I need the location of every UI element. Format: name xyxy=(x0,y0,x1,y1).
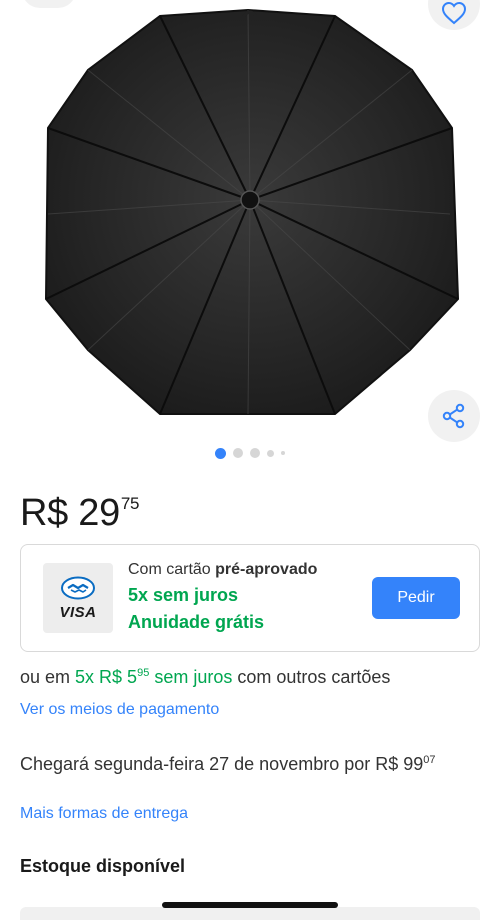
product-price: R$ 2975 xyxy=(20,492,140,535)
stock-label: Estoque disponível xyxy=(20,856,186,876)
installments-amount: 5x R$ 5 xyxy=(75,667,138,687)
card-offer-title: Com cartão pré-aprovado xyxy=(128,561,317,579)
quantity-selector[interactable] xyxy=(20,907,480,920)
gallery-dot-1[interactable] xyxy=(215,447,226,459)
installments-no-interest: sem juros xyxy=(149,667,233,687)
installments-highlight: 5x R$ 595 sem juros xyxy=(75,667,232,687)
installments-suffix: com outros cartões xyxy=(232,667,391,687)
credit-card-offer: VISA Com cartão pré-aprovado 5x sem juro… xyxy=(20,544,480,652)
gallery-dot-2[interactable] xyxy=(233,448,243,458)
request-card-button[interactable]: Pedir xyxy=(372,577,460,619)
card-offer-prefix: Com cartão xyxy=(128,561,216,578)
share-icon xyxy=(442,403,465,429)
installments-info: ou em 5x R$ 595 sem juros com outros car… xyxy=(20,667,390,688)
delivery-text: Chegará segunda-feira 27 de novembro por… xyxy=(20,754,424,774)
card-logo: VISA xyxy=(43,563,113,633)
payment-methods-link[interactable]: Ver os meios de pagamento xyxy=(20,701,219,719)
gallery-dot-4[interactable] xyxy=(267,449,274,457)
home-indicator[interactable] xyxy=(162,902,338,908)
umbrella-image xyxy=(44,8,460,415)
gallery-dot-5[interactable] xyxy=(281,451,285,455)
product-image[interactable] xyxy=(40,4,460,424)
card-offer-bold: pré-aprovado xyxy=(215,561,318,578)
installments-cents: 95 xyxy=(137,667,150,679)
mercado-pago-handshake-icon xyxy=(61,576,95,599)
price-main: R$ 29 xyxy=(20,492,120,534)
installments-prefix: ou em xyxy=(20,667,76,687)
price-cents: 75 xyxy=(120,494,140,513)
gallery-pagination xyxy=(0,446,500,460)
delivery-info: Chegará segunda-feira 27 de novembro por… xyxy=(20,751,460,780)
more-shipping-options-link[interactable]: Mais formas de entrega xyxy=(20,805,188,823)
share-button[interactable] xyxy=(428,390,480,442)
delivery-cents: 07 xyxy=(423,754,436,766)
gallery-dot-3[interactable] xyxy=(250,448,260,458)
visa-logo-text: VISA xyxy=(59,603,97,621)
card-offer-annuity: Anuidade grátis xyxy=(128,612,265,632)
card-offer-installments: 5x sem juros xyxy=(128,585,239,605)
